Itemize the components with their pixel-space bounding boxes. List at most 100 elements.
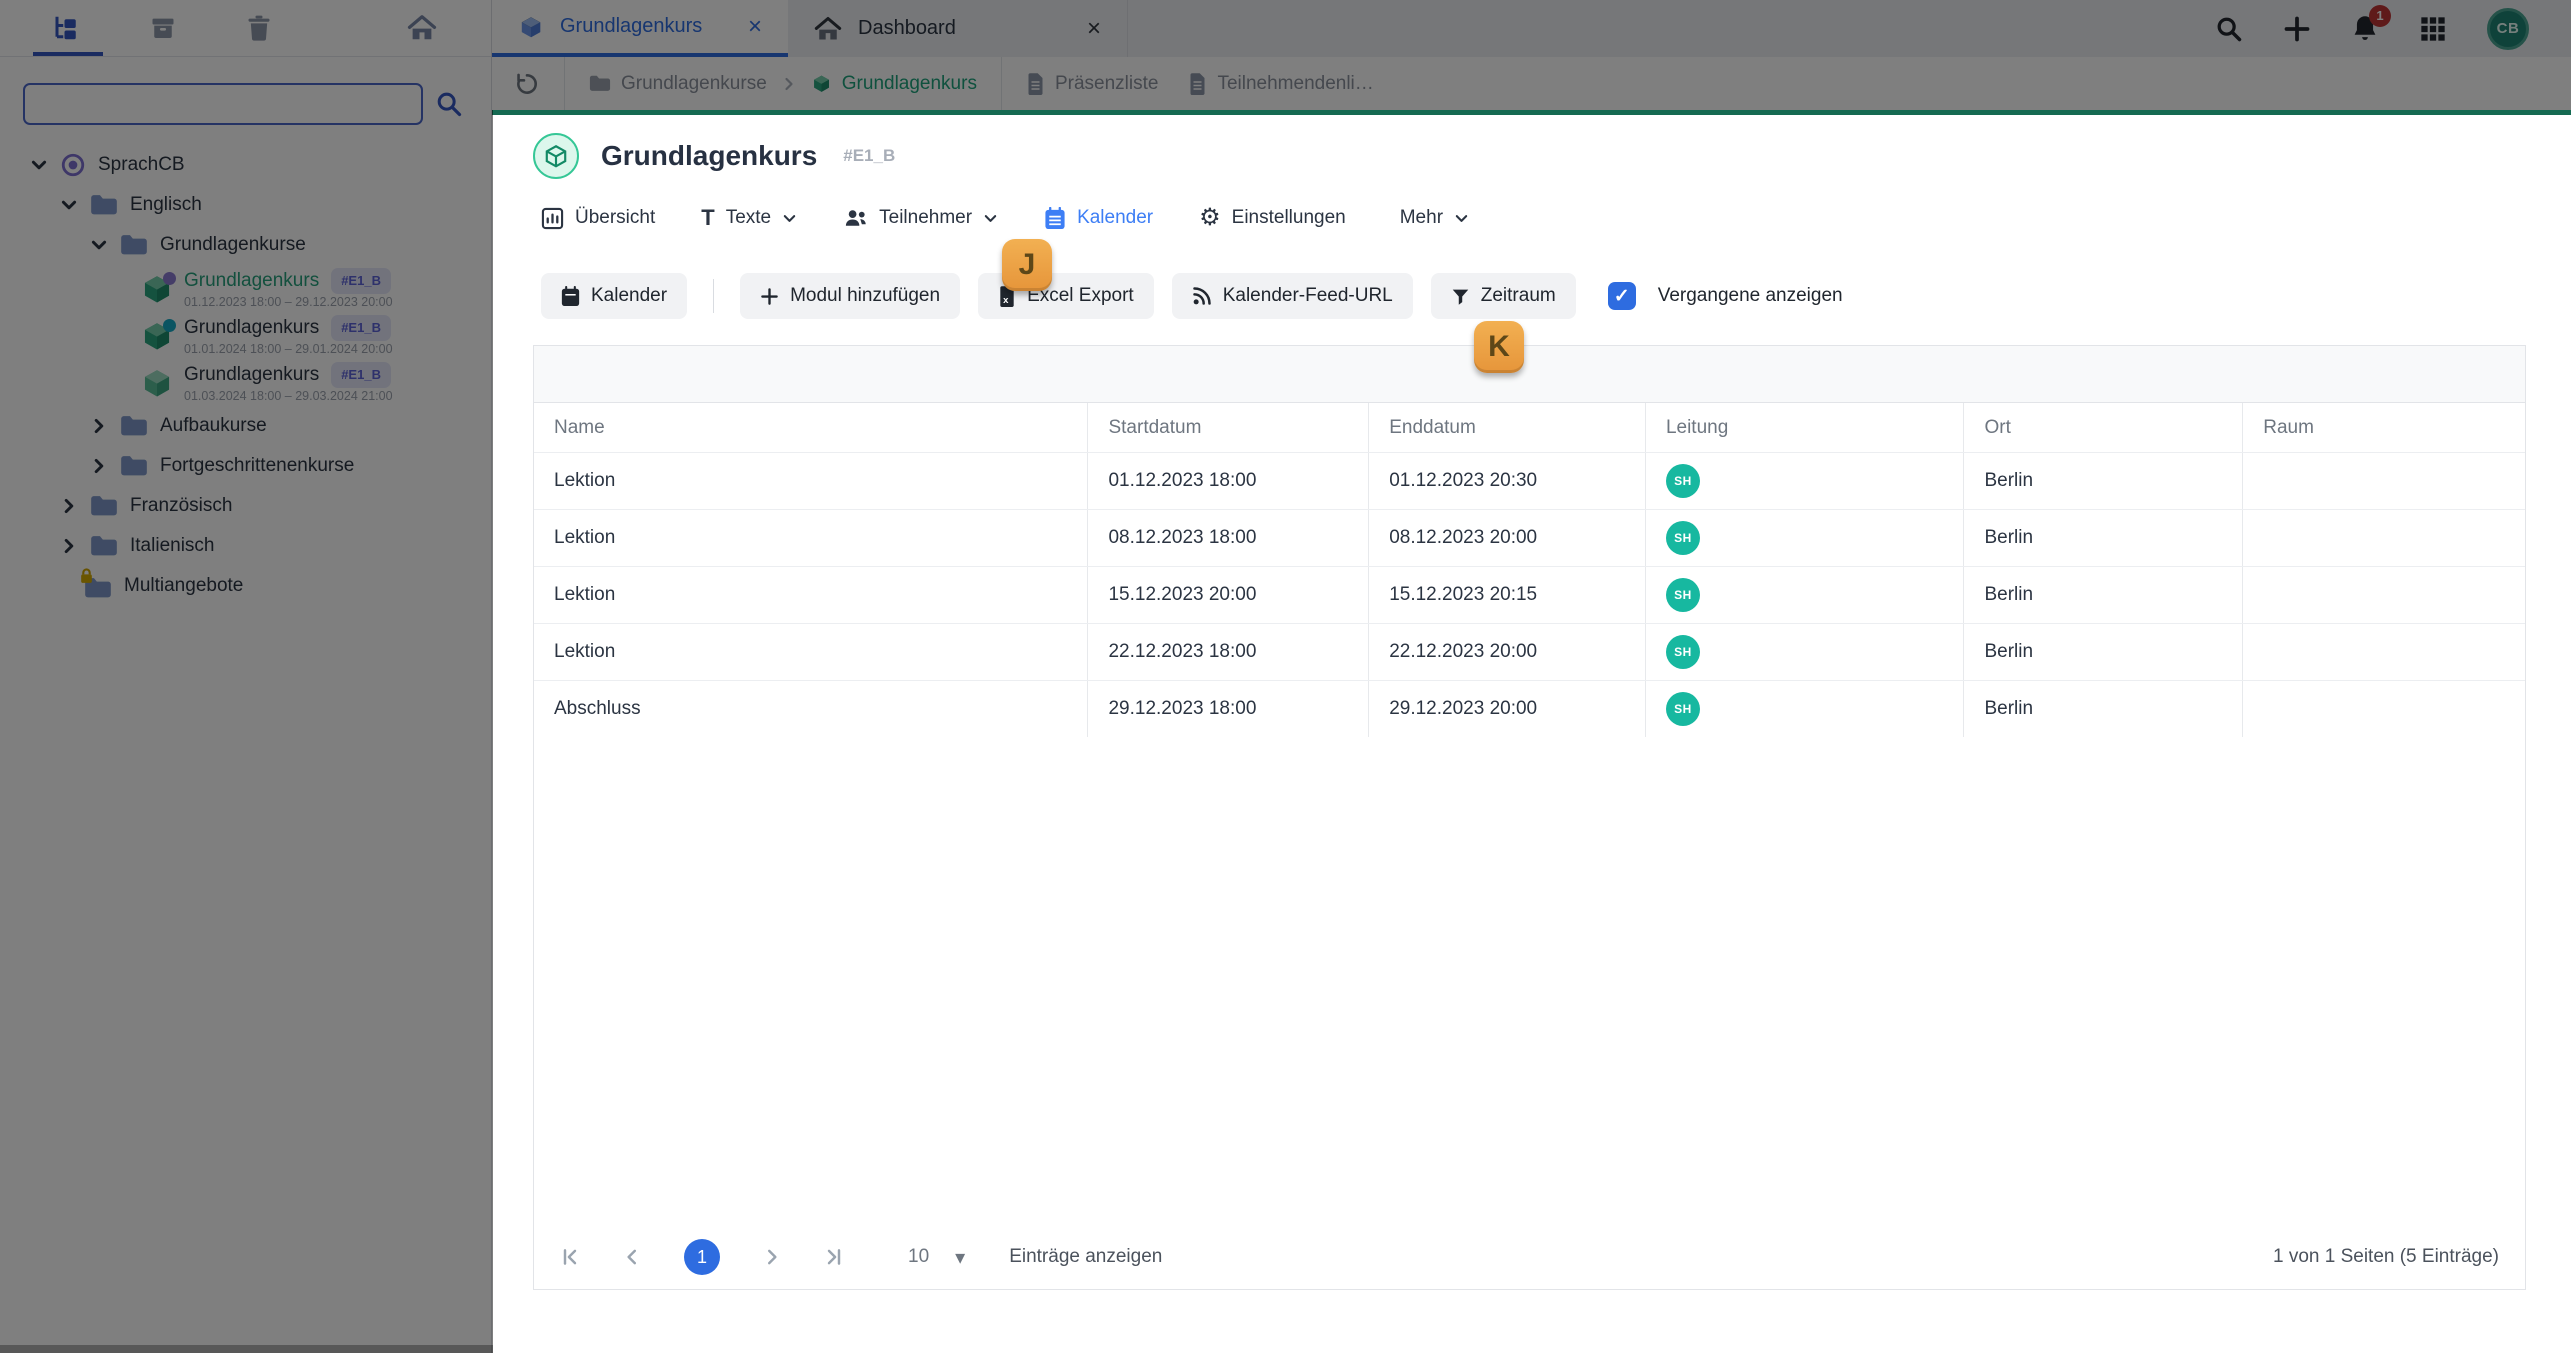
pagination-summary: 1 von 1 Seiten (5 Einträge) <box>2272 1246 2499 1267</box>
column-header-ort[interactable]: Ort <box>1963 403 2242 452</box>
leitung-avatar[interactable]: SH <box>1665 464 1700 498</box>
column-header-leitung[interactable]: Leitung <box>1644 403 1964 452</box>
button-label: Kalender-Feed-URL <box>1222 285 1393 306</box>
page-size-select[interactable]: 10 <box>908 1245 965 1270</box>
kalender-view-button[interactable]: Kalender <box>541 273 688 319</box>
chevron-down-icon[interactable] <box>60 196 78 214</box>
zeitraum-button[interactable]: Zeitraum <box>1430 273 1576 319</box>
table-row[interactable]: Lektion 22.12.2023 18:00 22.12.2023 20:0… <box>534 623 2525 680</box>
tab-label: Einstellungen <box>1231 207 1346 228</box>
tree-view-icon[interactable] <box>50 11 84 45</box>
checkbox-label[interactable]: Vergangene anzeigen <box>1658 285 1843 307</box>
leitung-avatar[interactable]: SH <box>1665 692 1700 726</box>
sidebar: SprachCB Englisch Grundlagenkurse Grundl… <box>0 0 492 1353</box>
next-page-icon[interactable] <box>762 1247 782 1267</box>
cell-leitung: SH <box>1644 510 1964 566</box>
plus-icon[interactable] <box>2283 15 2311 43</box>
leitung-avatar[interactable]: SH <box>1665 578 1700 612</box>
chevron-right-icon[interactable] <box>90 457 108 475</box>
rss-icon <box>1192 286 1212 306</box>
table-row[interactable]: Lektion 01.12.2023 18:00 01.12.2023 20:3… <box>534 452 2525 509</box>
breadcrumb-current[interactable]: Grundlagenkurs <box>811 73 977 95</box>
status-dot-purple <box>163 271 176 285</box>
doc-teilnehmendenliste[interactable]: Teilnehmendenli… <box>1188 73 1374 95</box>
column-header-raum[interactable]: Raum <box>2242 403 2525 452</box>
course-title: Grundlagenkurs <box>184 270 320 291</box>
cell-ort: Berlin <box>1963 453 2242 509</box>
history-icon[interactable] <box>514 71 540 97</box>
doc-label: Präsenzliste <box>1054 72 1159 94</box>
cell-raum <box>2242 567 2525 623</box>
kalender-feed-url-button[interactable]: Kalender-Feed-URL <box>1171 273 1413 319</box>
tab-texte[interactable]: Texte <box>701 205 797 231</box>
close-icon[interactable] <box>748 15 762 39</box>
tab-dashboard[interactable]: Dashboard <box>788 0 1128 57</box>
tree-item-fortgeschrittenenkurse[interactable]: Fortgeschrittenenkurse <box>0 446 491 486</box>
cell-start: 01.12.2023 18:00 <box>1087 453 1368 509</box>
bell-icon[interactable]: 1 <box>2351 4 2391 44</box>
cell-leitung: SH <box>1644 681 1964 737</box>
tree-item-multiangebote[interactable]: Multiangebote <box>0 566 491 606</box>
tab-teilnehmer[interactable]: Teilnehmer <box>843 207 998 229</box>
tree-item-label: Englisch <box>130 194 202 215</box>
trash-icon[interactable] <box>242 11 276 45</box>
first-page-icon[interactable] <box>560 1247 580 1267</box>
table-row[interactable]: Lektion 15.12.2023 20:00 15.12.2023 20:1… <box>534 566 2525 623</box>
page-size-value: 10 <box>908 1246 930 1267</box>
button-label: Zeitraum <box>1480 285 1556 306</box>
tree-item-grundlagenkurse[interactable]: Grundlagenkurse <box>0 225 491 265</box>
module-tabs: Übersicht Texte Teilnehmer Kalender Eins… <box>541 205 1469 231</box>
tab-mehr[interactable]: Mehr <box>1400 207 1469 229</box>
chevron-down-icon[interactable] <box>30 156 48 174</box>
tree-item-label: Fortgeschrittenenkurse <box>160 455 355 476</box>
folder-icon <box>120 454 148 478</box>
grid-icon[interactable] <box>2419 15 2447 43</box>
last-page-icon[interactable] <box>824 1247 844 1267</box>
leitung-avatar[interactable]: SH <box>1665 521 1700 555</box>
tree-item-sprachcb[interactable]: SprachCB <box>0 145 491 185</box>
chevron-down-icon[interactable] <box>90 236 108 254</box>
chevron-right-icon[interactable] <box>60 537 78 555</box>
tree-course-item[interactable]: Grundlagenkurs #E1_B 01.01.2024 18:00 – … <box>0 312 491 359</box>
search-icon[interactable] <box>2215 15 2243 43</box>
tree-item-italienisch[interactable]: Italienisch <box>0 526 491 566</box>
chevron-right-icon[interactable] <box>60 497 78 515</box>
home-icon[interactable] <box>405 11 439 45</box>
chart-icon <box>541 207 564 230</box>
column-header-enddatum[interactable]: Enddatum <box>1368 403 1645 452</box>
vergangene-anzeigen-checkbox[interactable] <box>1607 282 1636 310</box>
tree-course-item[interactable]: Grundlagenkurs #E1_B 01.03.2024 18:00 – … <box>0 359 491 406</box>
course-code-badge: #E1_B <box>331 315 391 341</box>
tab-einstellungen[interactable]: Einstellungen <box>1199 206 1346 231</box>
tree-item-aufbaukurse[interactable]: Aufbaukurse <box>0 406 491 446</box>
modul-hinzufuegen-button[interactable]: Modul hinzufügen <box>740 273 961 319</box>
table-row[interactable]: Abschluss 29.12.2023 18:00 29.12.2023 20… <box>534 680 2525 737</box>
current-page-button[interactable]: 1 <box>684 1239 720 1275</box>
tree-item-englisch[interactable]: Englisch <box>0 185 491 225</box>
folder-icon <box>90 494 118 518</box>
column-header-startdatum[interactable]: Startdatum <box>1087 403 1368 452</box>
search-icon[interactable] <box>435 90 463 118</box>
avatar[interactable]: CB <box>2487 7 2529 50</box>
calendar-toolbar: Kalender Modul hinzufügen x Excel Export… <box>541 273 1843 319</box>
tab-grundlagenkurs[interactable]: Grundlagenkurs <box>492 0 788 57</box>
tab-kalender[interactable]: Kalender <box>1044 206 1153 230</box>
archive-icon[interactable] <box>146 11 180 45</box>
chevron-right-icon[interactable] <box>90 417 108 435</box>
cube-icon <box>518 14 544 40</box>
cube-icon <box>811 73 832 94</box>
close-icon[interactable] <box>1087 17 1101 41</box>
chevron-down-icon <box>782 211 797 226</box>
column-header-name[interactable]: Name <box>534 403 1087 452</box>
breadcrumb-folder[interactable]: Grundlagenkurse <box>589 73 767 95</box>
button-label: Kalender <box>591 285 668 306</box>
tree-course-item[interactable]: Grundlagenkurs #E1_B 01.12.2023 18:00 – … <box>0 265 491 312</box>
tree-item-franzoesisch[interactable]: Französisch <box>0 486 491 526</box>
tab-uebersicht[interactable]: Übersicht <box>541 207 655 230</box>
prev-page-icon[interactable] <box>622 1247 642 1267</box>
table-row[interactable]: Lektion 08.12.2023 18:00 08.12.2023 20:0… <box>534 509 2525 566</box>
tab-label: Übersicht <box>575 207 656 228</box>
doc-praesenzliste[interactable]: Präsenzliste <box>1026 72 1159 95</box>
leitung-avatar[interactable]: SH <box>1665 635 1700 669</box>
sidebar-search-input[interactable] <box>23 83 423 125</box>
